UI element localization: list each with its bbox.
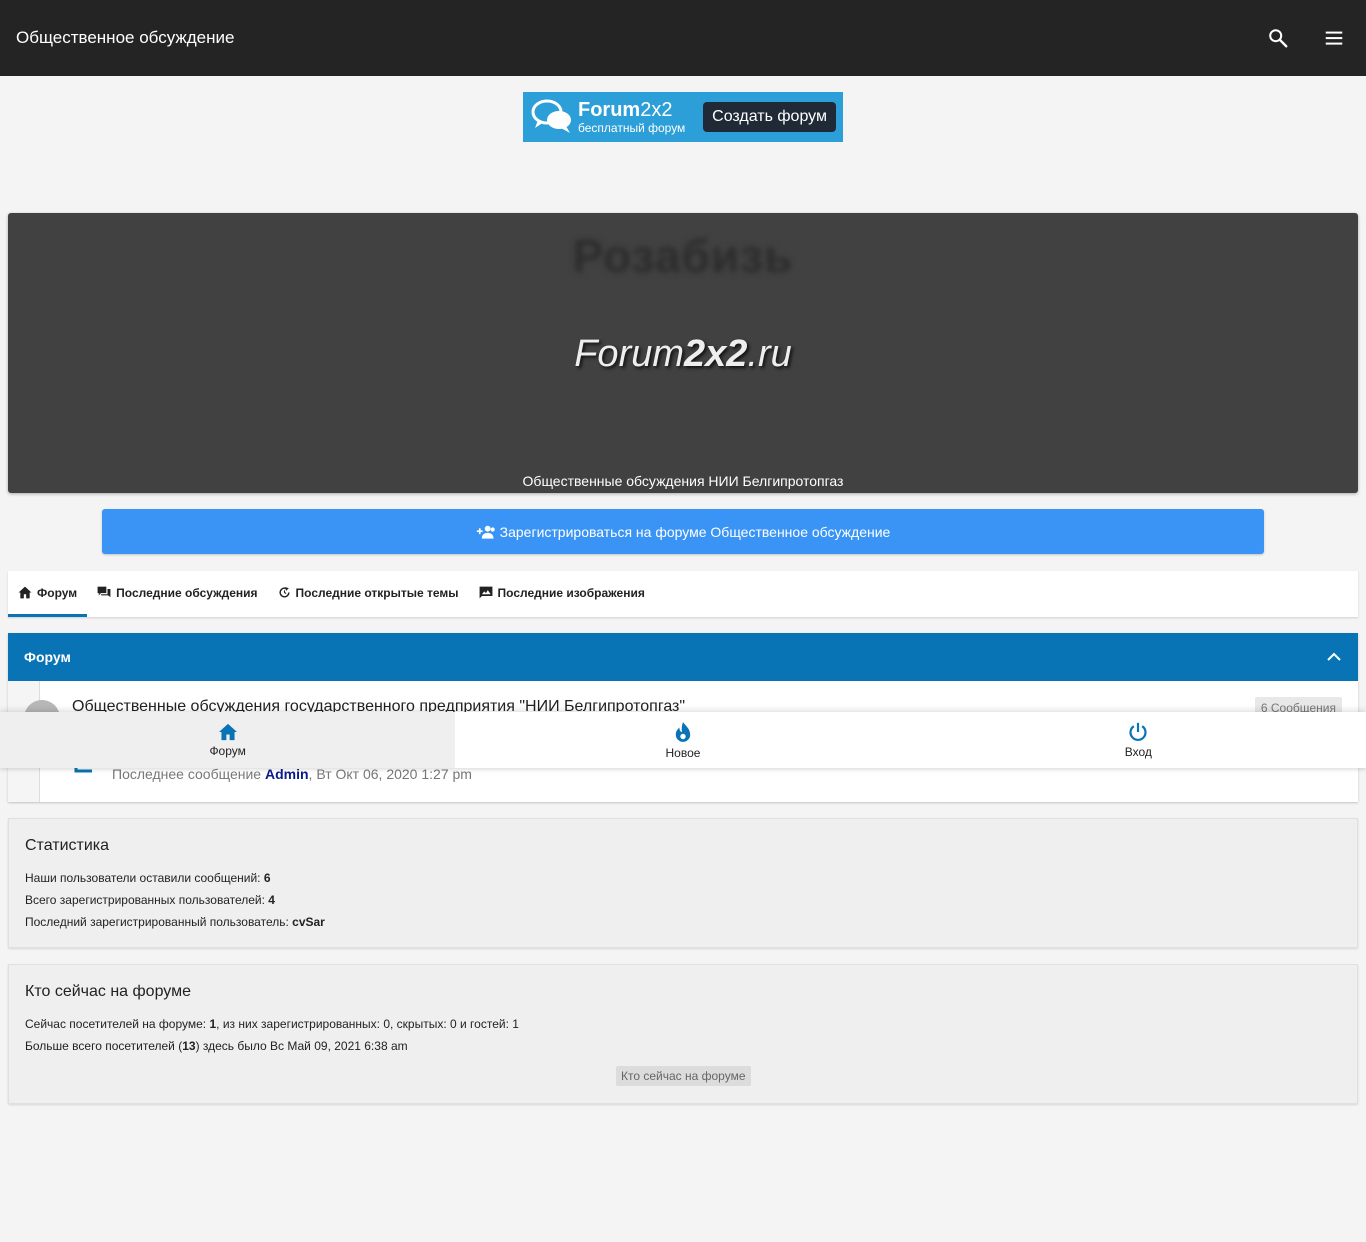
- ad-subtitle: бесплатный форум: [578, 121, 686, 135]
- who-is-online-panel: Кто сейчас на форуме Сейчас посетителей …: [8, 964, 1358, 1104]
- online-now: Сейчас посетителей на форуме: 1, из них …: [25, 1017, 519, 1031]
- forum-tabs: Форум Последние обсуждения Последние отк…: [8, 571, 1358, 617]
- tab-recent-topics[interactable]: Последние открытые темы: [268, 571, 469, 617]
- category-header[interactable]: Форум: [8, 633, 1358, 681]
- site-title[interactable]: Общественное обсуждение: [16, 28, 1262, 48]
- tab-forum[interactable]: Форум: [8, 571, 88, 617]
- chat-bubbles-icon: [531, 99, 571, 133]
- last-post-author-link[interactable]: Admin: [265, 766, 309, 782]
- nav-new[interactable]: Новое: [455, 712, 910, 768]
- top-bar: Общественное обсуждение: [0, 0, 1366, 76]
- power-icon: [1129, 722, 1147, 741]
- stats-posts: Наши пользователи оставили сообщений: 6: [25, 871, 271, 885]
- bottom-navigation: Форум Новое Вход: [0, 712, 1366, 768]
- tab-recent-discussions[interactable]: Последние обсуждения: [87, 571, 267, 617]
- home-icon: [18, 586, 32, 599]
- tab-recent-images[interactable]: Последние изображения: [469, 571, 655, 617]
- stats-last-user: Последний зарегистрированный пользовател…: [25, 915, 325, 929]
- search-icon[interactable]: [1262, 22, 1294, 54]
- stats-users: Всего зарегистрированных пользователей: …: [25, 893, 275, 907]
- who-is-online-button[interactable]: Кто сейчас на форуме: [616, 1066, 751, 1086]
- forum2x2-ad-banner[interactable]: Forum2x2 бесплатный форум Создать форум: [523, 92, 843, 142]
- register-button[interactable]: Зарегистрироваться на форуме Общественно…: [102, 509, 1264, 554]
- add-users-icon: [476, 525, 495, 539]
- last-post-info: Последнее сообщение Admin, Вт Окт 06, 20…: [112, 766, 472, 782]
- register-label: Зарегистрироваться на форуме Общественно…: [499, 523, 891, 540]
- forum-header-image: Розабизь Forum2x2.ru Общественные обсужд…: [8, 213, 1358, 493]
- ad-brand: Forum2x2 бесплатный форум: [578, 100, 685, 134]
- nav-login[interactable]: Вход: [911, 712, 1366, 768]
- image-chat-icon: [479, 586, 492, 599]
- online-title: Кто сейчас на форуме: [25, 983, 192, 1000]
- ad-brand-bold: Forum: [578, 99, 641, 121]
- hero-blurred-text: Розабизь: [572, 230, 794, 282]
- fire-icon: [675, 721, 691, 742]
- forum-chat-icon: [97, 586, 111, 598]
- nav-forum[interactable]: Форум: [0, 712, 456, 768]
- home-icon: [218, 723, 237, 740]
- menu-icon[interactable]: [1318, 22, 1350, 54]
- statistics-panel: Статистика Наши пользователи оставили со…: [8, 818, 1358, 948]
- statistics-title: Статистика: [25, 837, 110, 854]
- chevron-up-icon[interactable]: [1326, 652, 1342, 662]
- hero-logo: Forum2x2.ru: [574, 333, 792, 375]
- category-title: Форум: [24, 649, 71, 665]
- last-user-link[interactable]: cvSar: [292, 915, 325, 929]
- ad-brand-light: 2x2: [640, 99, 673, 121]
- online-max: Больше всего посетителей (13) здесь было…: [25, 1039, 408, 1053]
- refresh-icon: [279, 587, 290, 598]
- create-forum-button[interactable]: Создать форум: [703, 102, 836, 132]
- forum-description: Общественные обсуждения НИИ Белгипротопг…: [522, 473, 844, 489]
